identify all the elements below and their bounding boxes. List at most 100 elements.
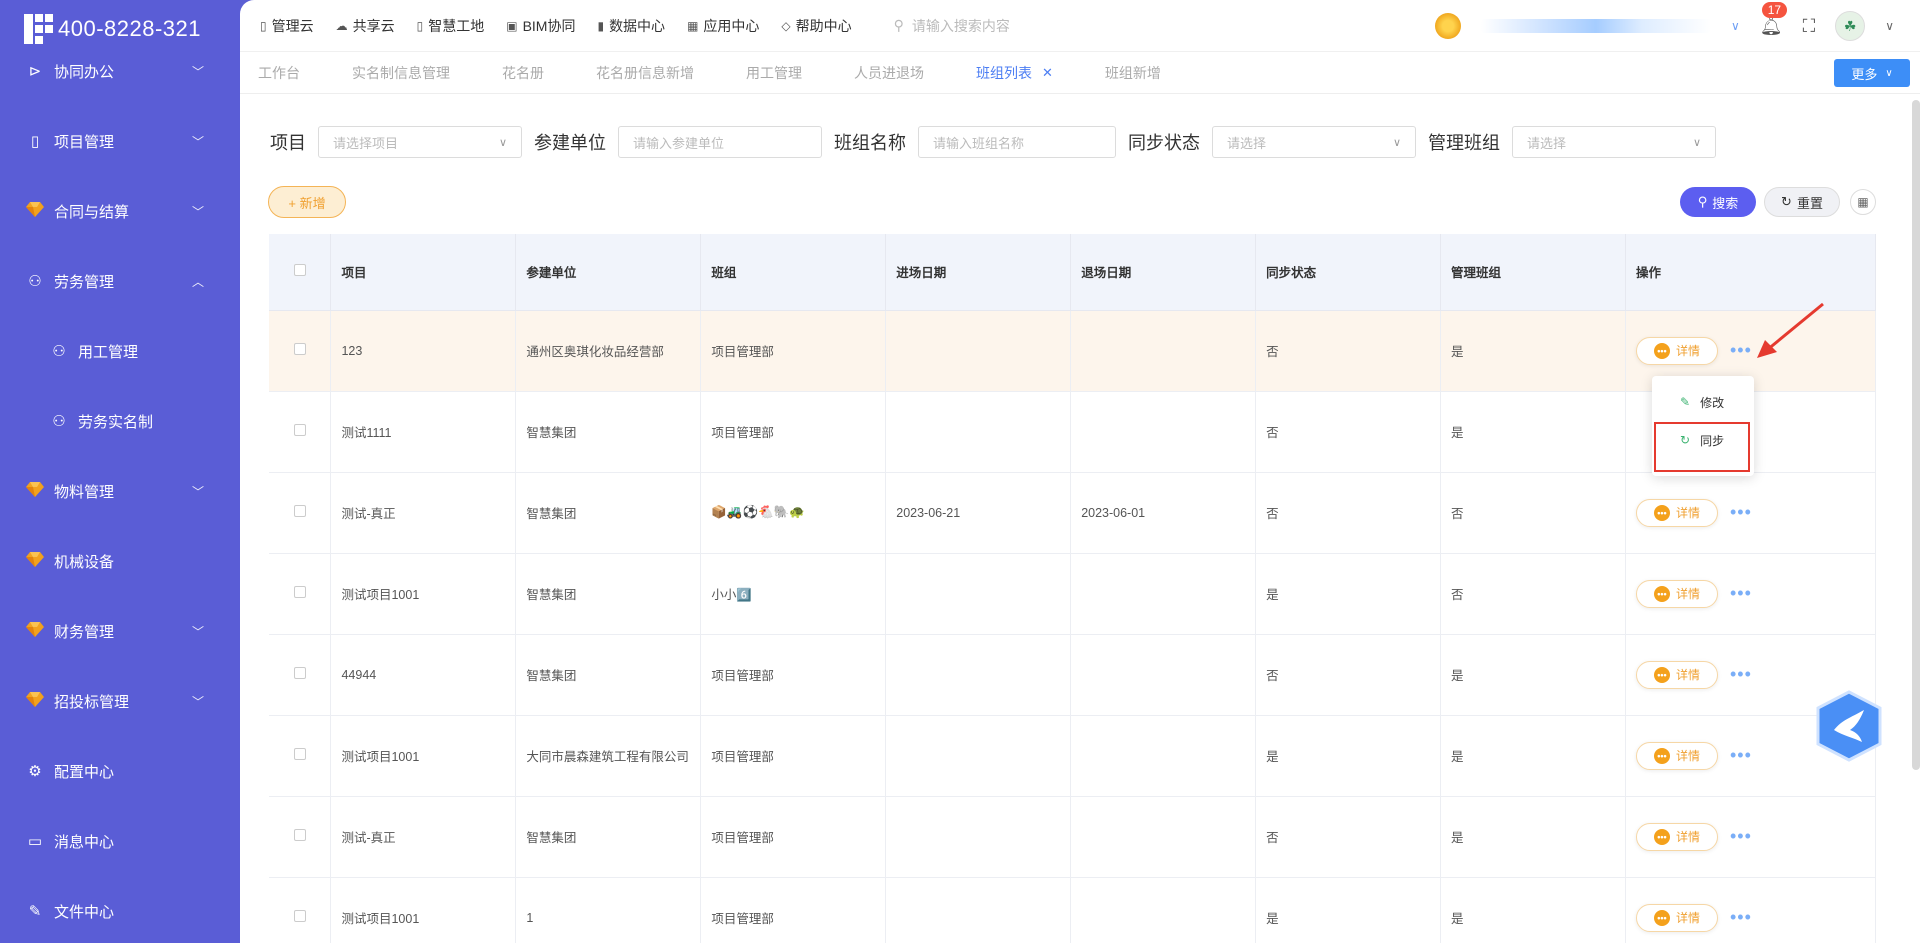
topnav-item[interactable]: ▯ 管理云 <box>260 16 314 36</box>
more-actions-icon[interactable]: ••• <box>1730 340 1752 361</box>
filter-select[interactable]: 请选择 ∨ <box>1512 126 1716 158</box>
more-circle-icon: ••• <box>1653 585 1670 602</box>
topnav-item[interactable]: ▯ 智慧工地 <box>417 16 485 36</box>
global-search[interactable]: ⚲ 请输入搜索内容 <box>894 16 1254 36</box>
reset-button[interactable]: ↻ 重置 <box>1764 187 1840 217</box>
topnav-label: BIM协同 <box>522 17 576 34</box>
sidebar-item[interactable]: ✎ 文件中心 <box>0 876 240 943</box>
user-name-blurred[interactable] <box>1480 19 1711 33</box>
table-cell <box>885 553 1072 635</box>
close-icon[interactable]: ✕ <box>1042 65 1053 81</box>
row-checkbox[interactable] <box>293 343 306 355</box>
row-actions: ••• 详情 ••• <box>1635 579 1875 608</box>
row-select-cell <box>269 877 332 943</box>
detail-button[interactable]: ••• 详情 <box>1635 822 1718 851</box>
sidebar-item[interactable]: 财务管理 ﹀ <box>0 596 240 666</box>
tab[interactable]: 花名册 <box>502 63 544 83</box>
sidebar-item[interactable]: 招投标管理 ﹀ <box>0 666 240 736</box>
user-level-icon <box>1434 13 1461 39</box>
more-actions-icon[interactable]: ••• <box>1730 502 1752 523</box>
more-actions-icon[interactable]: ••• <box>1730 745 1752 766</box>
table-row: 测试项目1001 大同市晨森建筑工程有限公司 项目管理部 是是 ••• 详情 ••• <box>269 715 1877 797</box>
sidebar-item[interactable]: 机械设备 <box>0 526 240 596</box>
sidebar-item-label: 用工管理 <box>78 343 139 361</box>
avatar[interactable]: ☘ <box>1835 11 1866 41</box>
scrollbar[interactable] <box>1912 100 1920 770</box>
column-settings-icon[interactable]: ▦ <box>1850 189 1876 215</box>
bell-icon[interactable]: 🔔︎ 17 <box>1760 1 1788 37</box>
filter-bar: 项目 请选择项目 ∨ 参建单位 请输入参建单位 班组名称 请输入班组名称 同步状态 请选择 ∨ 管理… <box>270 126 1728 158</box>
row-checkbox[interactable] <box>293 910 306 922</box>
detail-button[interactable]: ••• 详情 <box>1635 498 1718 527</box>
column-header: 参建单位 <box>515 234 702 311</box>
sidebar-item-label: 合同与结算 <box>54 203 130 221</box>
table-cell <box>1070 796 1257 878</box>
tab[interactable]: 工作台 <box>258 63 300 83</box>
filter-input[interactable]: 请输入班组名称 <box>918 126 1116 158</box>
topnav-item[interactable]: ☁ 共享云 <box>336 16 395 36</box>
table-cell: 否 <box>1255 472 1442 554</box>
row-select-cell <box>269 553 332 635</box>
filter-select[interactable]: 请选择项目 ∨ <box>318 126 522 158</box>
table-row: 44944 智慧集团 项目管理部 否是 ••• 详情 ••• <box>269 634 1877 716</box>
topnav-item[interactable]: ◇ 帮助中心 <box>781 16 851 36</box>
table-cell: 智慧集团 <box>515 472 702 554</box>
tab-label: 班组新增 <box>1104 64 1161 81</box>
edit-menu-item[interactable]: ✎ 修改 <box>1652 384 1754 420</box>
topnav-item[interactable]: ▮ 数据中心 <box>597 16 665 36</box>
sidebar-item[interactable]: ⚙ 配置中心 <box>0 736 240 806</box>
detail-button[interactable]: ••• 详情 <box>1635 660 1718 689</box>
message-icon: ▭ <box>27 833 43 850</box>
sidebar-item[interactable]: ⚇ 用工管理 <box>0 316 240 386</box>
column-header: 进场日期 <box>885 234 1072 311</box>
detail-button[interactable]: ••• 详情 <box>1635 903 1718 932</box>
more-actions-icon[interactable]: ••• <box>1730 583 1752 604</box>
sidebar-item[interactable]: 合同与结算 ﹀ <box>0 176 240 246</box>
more-actions-icon[interactable]: ••• <box>1730 664 1752 685</box>
sidebar-item[interactable]: ⊳ 协同办公 ﹀ <box>0 36 240 106</box>
row-checkbox[interactable] <box>293 667 306 679</box>
search-icon: ⚲ <box>1697 194 1708 209</box>
book-icon: ▯ <box>416 18 424 33</box>
select-all-checkbox[interactable] <box>293 264 306 277</box>
more-actions-icon[interactable]: ••• <box>1730 826 1752 847</box>
filter-input[interactable]: 请输入参建单位 <box>618 126 822 158</box>
sidebar-item[interactable]: 物料管理 ﹀ <box>0 456 240 526</box>
more-actions-icon[interactable]: ••• <box>1730 907 1752 928</box>
cloud-icon: ☁ <box>335 18 348 33</box>
topnav-item[interactable]: ▣ BIM协同 <box>506 16 575 36</box>
detail-button[interactable]: ••• 详情 <box>1635 579 1718 608</box>
tab[interactable]: 用工管理 <box>746 63 802 83</box>
tab-bar: 工作台 实名制信息管理 花名册 花名册信息新增 用工管理 人员进退场 班组列表 ✕ 班组新增 更多… <box>240 52 1920 94</box>
row-checkbox[interactable] <box>293 829 306 841</box>
table-cell: 项目管理部 <box>700 310 887 392</box>
row-checkbox[interactable] <box>293 424 306 436</box>
tab[interactable]: 班组列表 ✕ <box>976 63 1053 83</box>
fullscreen-icon[interactable]: ⛶ <box>1803 16 1816 37</box>
more-circle-icon: ••• <box>1653 909 1670 926</box>
chevron-down-icon[interactable]: ∨ <box>1731 19 1740 33</box>
row-checkbox[interactable] <box>293 505 306 517</box>
detail-button[interactable]: ••• 详情 <box>1635 741 1718 770</box>
tab[interactable]: 实名制信息管理 <box>352 63 450 83</box>
table-cell <box>1070 715 1257 797</box>
more-button[interactable]: 更多 ∨ <box>1834 59 1910 87</box>
tab[interactable]: 班组新增 <box>1105 63 1161 83</box>
filter-select[interactable]: 请选择 ∨ <box>1212 126 1416 158</box>
tab[interactable]: 花名册信息新增 <box>596 63 694 83</box>
gem-icon <box>24 201 46 221</box>
tab[interactable]: 人员进退场 <box>854 63 924 83</box>
search-button[interactable]: ⚲ 搜索 <box>1680 187 1756 217</box>
sidebar-item[interactable]: ⚇ 劳务实名制 <box>0 386 240 456</box>
add-button[interactable]: + 新增 <box>268 186 346 218</box>
sidebar-item[interactable]: ▭ 消息中心 <box>0 806 240 876</box>
sidebar-item[interactable]: ⚇ 劳务管理 ︿ <box>0 246 240 316</box>
row-checkbox[interactable] <box>293 748 306 760</box>
row-checkbox[interactable] <box>293 586 306 598</box>
sidebar-item[interactable]: ▯ 项目管理 ﹀ <box>0 106 240 176</box>
topnav-item[interactable]: ▦ 应用中心 <box>687 16 759 36</box>
chevron-down-icon[interactable]: ∨ <box>1885 19 1894 33</box>
detail-button[interactable]: ••• 详情 <box>1635 336 1718 365</box>
search-input[interactable]: 请输入搜索内容 <box>912 16 1010 36</box>
assistant-bird-icon[interactable] <box>1816 690 1882 762</box>
